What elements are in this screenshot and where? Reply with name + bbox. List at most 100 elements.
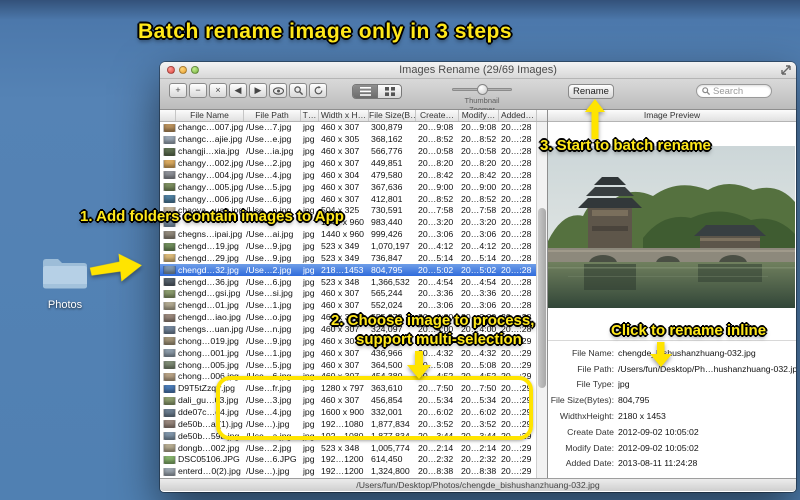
cell-created: 20…3:06 (418, 300, 454, 311)
cell-modified: 20…2:14 (461, 442, 497, 453)
file-info-label: WidthxHeight: (559, 411, 614, 422)
table-row[interactable]: chegns…ipai.jpg/Use…ai.jpg jpg 1440 x 960 9… (160, 229, 547, 241)
table-row[interactable]: changy…002.jpg/Use…2.jpg jpg 460 x 307 449,… (160, 158, 547, 170)
cell-modified: 20…3:36 (461, 288, 497, 299)
cell-type: jpg (303, 300, 315, 311)
thumbnail-zoomer-track[interactable] (452, 84, 512, 95)
refresh-button[interactable] (309, 83, 327, 98)
cell-added: 20…:28 (501, 217, 532, 228)
cell-added: 20…:28 (501, 146, 532, 157)
column-header[interactable]: Width x H… (319, 110, 369, 121)
title-bar[interactable]: Images Rename (29/69 Images) (160, 62, 796, 79)
cell-modified: 20…8:52 (461, 134, 497, 145)
table-row[interactable]: chengd…gsi.jpg/Use…si.jpg jpg 460 x 307 565… (160, 288, 547, 300)
file-info-value[interactable]: 2012-09-02 10:05:02 (618, 443, 699, 453)
cell-path: /Use…n.jpg (246, 324, 292, 335)
table-row[interactable]: changy…006.jpg/Use…6.jpg jpg 460 x 307 412,… (160, 193, 547, 205)
close-button[interactable] (167, 66, 175, 74)
table-row[interactable]: changc…ajie.jpg/Use…e.jpg jpg 460 x 305 368… (160, 134, 547, 146)
photos-folder[interactable]: Photos (36, 254, 94, 311)
table-row[interactable]: chengd…29.jpg/Use…9.jpg jpg 523 x 349 736,8… (160, 252, 547, 264)
table-scrollbar-thumb[interactable] (538, 208, 546, 388)
minimize-button[interactable] (179, 66, 187, 74)
cell-type: jpg (303, 193, 315, 204)
photos-folder-label: Photos (47, 299, 83, 311)
table-row[interactable]: chengd…32.jpg/Use…2.jpg jpg 218…1453 804,79… (160, 264, 547, 277)
cell-name: changc…007.jpg (178, 122, 244, 133)
toolbar: +−×◀▶ Thumbnail Zoomer Rename (160, 79, 796, 114)
table-row[interactable]: dongb…002.jpg/Use…2.jpg jpg 523 x 348 1,005… (160, 442, 547, 454)
table-row[interactable]: changy…005.jpg/Use…5.jpg jpg 460 x 307 367,… (160, 181, 547, 193)
delete-button[interactable]: × (209, 83, 227, 98)
fullscreen-icon[interactable] (781, 65, 791, 75)
file-info-value[interactable]: jpg (618, 379, 630, 389)
cell-modified: 20…4:12 (461, 241, 497, 252)
add-button[interactable]: + (169, 83, 187, 98)
rename-button[interactable]: Rename (568, 84, 614, 99)
file-thumbnail (160, 384, 176, 393)
cell-created: 20…3:20 (418, 217, 454, 228)
preview-divider (548, 340, 796, 341)
file-thumbnail (160, 420, 176, 429)
file-thumbnail (160, 278, 176, 287)
table-row[interactable]: enterd…0(2).jpg/Use…).jpg jpg 192…1200 1,32… (160, 466, 547, 478)
preview-eye-button[interactable] (269, 83, 287, 98)
file-info-value[interactable]: /Users/fun/Desktop/Ph…hushanzhuang-032.j… (618, 364, 796, 374)
cell-path: /Use…1.jpg (246, 300, 292, 311)
table-row[interactable]: changc…007.jpg/Use…7.jpg jpg 460 x 307 300,… (160, 122, 547, 134)
zoom-button[interactable] (191, 66, 199, 74)
search-button[interactable] (289, 83, 307, 98)
cell-size: 999,426 (371, 229, 403, 240)
cell-added: 20…:28 (501, 229, 532, 240)
cell-dims: 460 x 307 (321, 300, 360, 311)
thumbnail-zoomer-knob[interactable] (477, 84, 488, 95)
file-info-value[interactable]: 2180 x 1453 (618, 411, 666, 421)
column-header[interactable]: File Path (244, 110, 301, 121)
previous-button[interactable]: ◀ (229, 83, 247, 98)
cell-type: jpg (303, 324, 315, 335)
cell-type: jpg (303, 454, 315, 465)
grid-view-button[interactable] (377, 85, 401, 98)
cell-name: enterd…0(2).jpg (178, 466, 241, 477)
column-header[interactable]: File Name (176, 110, 244, 121)
preview-panel: Image Preview File Name: chengde_bishush… (548, 110, 796, 478)
column-header[interactable]: T… (301, 110, 319, 121)
column-header[interactable]: File Size(B… (369, 110, 416, 121)
table-scrollbar[interactable] (536, 122, 547, 478)
remove-button[interactable]: − (189, 83, 207, 98)
file-info-value[interactable]: 804,795 (618, 395, 649, 405)
cell-path: /Use…2.jpg (246, 264, 292, 275)
file-thumbnail (160, 266, 176, 275)
cell-dims: 460 x 307 (321, 158, 360, 168)
column-header[interactable]: Create… (416, 110, 459, 121)
file-info-value[interactable]: chengde_bishushanzhuang-032.jpg (618, 348, 756, 358)
arrow-step3-up-icon (585, 99, 605, 139)
table-row[interactable]: changy…004.jpg/Use…4.jpg jpg 460 x 304 479,… (160, 169, 547, 181)
list-view-button[interactable] (353, 85, 377, 98)
table-row[interactable]: chengd…36.jpg/Use…6.jpg jpg 523 x 348 1,366… (160, 276, 547, 288)
cell-size: 300,879 (371, 122, 403, 133)
column-header[interactable]: Modify… (459, 110, 499, 121)
file-info-value[interactable]: 2012-09-02 10:05:02 (618, 427, 699, 437)
table-row[interactable]: chong…001.jpg/Use…1.jpg jpg 460 x 307 436,9… (160, 347, 547, 359)
file-thumbnail (160, 254, 176, 263)
table-row[interactable]: chengd…19.jpg/Use…9.jpg jpg 523 x 349 1,070… (160, 241, 547, 253)
next-button[interactable]: ▶ (249, 83, 267, 98)
cell-size: 367,636 (371, 181, 403, 192)
column-header[interactable]: Added… (499, 110, 537, 121)
search-field[interactable]: Search (696, 84, 772, 98)
table-row[interactable]: chong…005.jpg/Use…5.jpg jpg 460 x 307 364,5… (160, 359, 547, 371)
table-row[interactable]: changji…xia.jpg/Use…ia.jpg jpg 460 x 307 56… (160, 146, 547, 158)
file-thumbnail (160, 159, 176, 168)
cell-added: 20…:28 (501, 300, 532, 311)
file-info-value[interactable]: 2013-08-11 11:24:28 (618, 458, 697, 468)
table-header-row[interactable]: File Name File Path T… Width x H… File Size(… (160, 110, 547, 122)
table-row[interactable]: DSC05106.JPG/Use…6.JPG jpg 192…1200 614,450… (160, 454, 547, 466)
arrow-inline-down-icon (650, 342, 672, 367)
table-row[interactable]: chengd…01.jpg/Use…1.jpg jpg 460 x 307 552,0… (160, 300, 547, 312)
file-thumbnail (160, 349, 176, 358)
cell-name: chengd…iao.jpg (178, 312, 241, 323)
cell-added: 20…:29 (501, 347, 532, 358)
cell-path: /Use…9.jpg (246, 241, 292, 252)
column-header[interactable] (160, 110, 176, 121)
